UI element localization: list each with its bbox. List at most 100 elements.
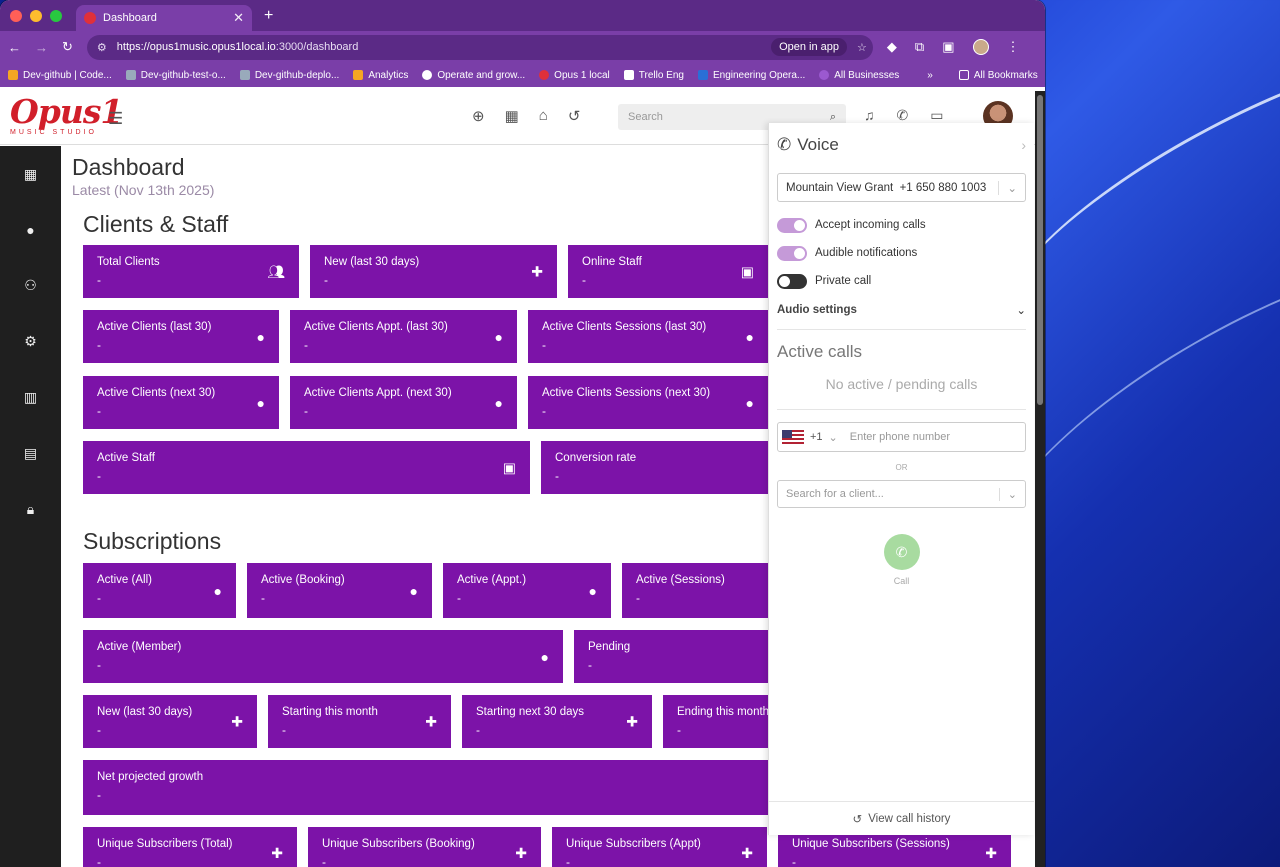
bookmark[interactable]: All Businesses (819, 70, 899, 81)
stat-card[interactable]: Conversion rate - (541, 441, 768, 494)
classroom-icon[interactable]: ⌂ (539, 107, 548, 125)
toggle-switch[interactable] (777, 245, 807, 261)
stat-card[interactable]: Total Clients - 👥︎ (83, 245, 299, 298)
search-icon[interactable]: ⌕ (830, 111, 836, 124)
toggle-switch[interactable] (777, 273, 807, 289)
logo-subtitle: MUSIC STUDIO (10, 129, 97, 136)
no-calls-message: No active / pending calls (777, 376, 1026, 410)
stat-card[interactable]: Net projected growth - (83, 760, 768, 815)
stat-card[interactable]: Active (Sessions) - (622, 563, 768, 618)
star-icon[interactable]: ☆ (857, 41, 867, 54)
chevron-right-icon[interactable]: › (1021, 137, 1026, 153)
bookmark[interactable]: Dev-github | Code... (8, 70, 112, 81)
stat-card[interactable]: Unique Subscribers (Total) - ✚ (83, 827, 297, 867)
stat-card[interactable]: Active Clients Sessions (last 30) - ● (528, 310, 768, 363)
person-add-icon: ✚ (741, 845, 753, 861)
chat-icon[interactable]: ▭ (930, 107, 943, 124)
tab-search-icon[interactable]: ▣ (942, 39, 954, 55)
page-subtitle: Latest (Nov 13th 2025) (72, 182, 215, 198)
bookmark[interactable]: Engineering Opera... (697, 70, 805, 81)
menu-icon[interactable]: ☰ (108, 109, 123, 129)
private-call-toggle[interactable]: Private call (777, 267, 1026, 295)
stat-card[interactable]: New (last 30 days) - ✚ (83, 695, 257, 748)
stat-card[interactable]: Pending - (574, 630, 768, 683)
bookmark[interactable]: Trello Eng (623, 70, 684, 81)
stat-card[interactable]: Unique Subscribers (Booking) - ✚ (308, 827, 541, 867)
maximize-window-button[interactable] (50, 9, 62, 22)
phone-icon[interactable]: ✆ (897, 107, 909, 124)
more-bookmarks-icon[interactable]: » (927, 70, 933, 81)
sidebar-dashboard-icon[interactable]: ▤ (24, 445, 37, 462)
view-call-history-button[interactable]: ↺ View call history (769, 801, 1034, 835)
stat-card[interactable]: Active Staff - ▣ (83, 441, 530, 494)
close-tab-icon[interactable]: ✕ (233, 10, 244, 26)
desktop-wallpaper (1040, 0, 1280, 867)
extensions-icon[interactable]: ⧉ (915, 39, 924, 55)
stat-card[interactable]: New (last 30 days) - ✚ (310, 245, 557, 298)
stat-card[interactable]: Active (Appt.) - ● (443, 563, 611, 618)
accept-calls-toggle[interactable]: Accept incoming calls (777, 211, 1026, 239)
stat-card[interactable]: Active (Booking) - ● (247, 563, 432, 618)
bookmark[interactable]: Dev-github-deplo... (239, 70, 339, 81)
audio-settings-expander[interactable]: Audio settings ⌄ (777, 303, 1026, 330)
sidebar-account-icon[interactable]: ● (26, 222, 34, 238)
stat-card[interactable]: Online Staff - ▣ (568, 245, 768, 298)
tab-dashboard[interactable]: Dashboard ✕ (76, 5, 252, 31)
sidebar-people-icon[interactable]: ⚇ (24, 277, 37, 294)
minimize-window-button[interactable] (30, 9, 42, 22)
people-icon: 👥︎ (267, 263, 285, 279)
forward-icon[interactable]: → (35, 40, 48, 55)
sidebar-gear-icon[interactable]: ⚙ (24, 333, 37, 350)
sidebar-calendar-icon[interactable]: ▦ (24, 166, 37, 183)
sidebar-lock-icon[interactable]: 🔒︎ (27, 501, 34, 518)
stat-card[interactable]: Starting this month - ✚ (268, 695, 451, 748)
history-icon[interactable]: ↺ (568, 107, 581, 125)
stat-card[interactable]: Active (All) - ● (83, 563, 236, 618)
stat-card[interactable]: Unique Subscribers (Appt) - ✚ (552, 827, 767, 867)
stat-card[interactable]: Active Clients (last 30) - ● (83, 310, 279, 363)
calendar-icon[interactable]: ▦ (505, 107, 519, 125)
person-add-icon: ✚ (271, 845, 283, 861)
bookmark[interactable]: Operate and grow... (422, 70, 525, 81)
address-bar[interactable]: ⚙ https://opus1music.opus1local.io:3000/… (86, 34, 873, 60)
site-settings-icon[interactable]: ⚙ (97, 41, 107, 54)
extension-tag-icon[interactable]: ◆ (887, 39, 897, 55)
bookmark[interactable]: Dev-github-test-o... (125, 70, 226, 81)
opus1-logo[interactable]: Opus1 MUSIC STUDIO (10, 95, 123, 141)
back-icon[interactable]: ← (8, 40, 21, 55)
bell-icon[interactable]: ♫ (864, 107, 875, 124)
stat-card[interactable]: Active (Member) - ● (83, 630, 563, 683)
call-button[interactable]: ✆ (883, 534, 920, 570)
stat-card[interactable]: Active Clients Appt. (next 30) - ● (290, 376, 517, 429)
sidebar-chart-icon[interactable]: ▥ (24, 389, 37, 406)
stat-card[interactable]: Active Clients (next 30) - ● (83, 376, 279, 429)
us-flag-icon[interactable] (782, 430, 804, 444)
person-add-icon: ✚ (515, 845, 527, 861)
stat-card[interactable]: Starting next 30 days - ✚ (462, 695, 652, 748)
new-tab-icon[interactable]: + (264, 7, 273, 25)
stat-card[interactable]: Ending this month - (663, 695, 768, 748)
stat-card[interactable]: Active Clients Sessions (next 30) - ● (528, 376, 768, 429)
reload-icon[interactable]: ↻ (62, 39, 73, 55)
active-calls-title: Active calls (777, 342, 863, 361)
line-select[interactable]: Mountain View Grant +1 650 880 1003 ⌄ (777, 173, 1026, 202)
client-search-select[interactable]: Search for a client... ⌄ (777, 480, 1026, 508)
person-add-icon: ✚ (231, 713, 243, 729)
account-icon: ● (213, 582, 222, 599)
bookmark[interactable]: Analytics (353, 70, 408, 81)
phone-number-input[interactable]: +1 ⌄ Enter phone number (777, 422, 1026, 452)
voice-header: ✆ Voice › (769, 123, 1034, 155)
open-in-app-button[interactable]: Open in app (771, 38, 848, 56)
page-scrollbar[interactable] (1035, 91, 1045, 867)
browser-profile-avatar[interactable] (972, 39, 989, 55)
add-user-icon[interactable]: ⊕ (472, 107, 485, 125)
toggle-switch[interactable] (777, 217, 807, 233)
browser-menu-icon[interactable]: ⋮ (1007, 39, 1020, 55)
bookmark[interactable]: Opus 1 local (539, 70, 610, 81)
close-window-button[interactable] (10, 9, 22, 22)
stat-card[interactable]: Active Clients Appt. (last 30) - ● (290, 310, 517, 363)
search-placeholder: Search (628, 111, 663, 123)
all-bookmarks-button[interactable]: All Bookmarks (958, 70, 1038, 81)
favicon-icon (84, 12, 96, 24)
audible-notifications-toggle[interactable]: Audible notifications (777, 239, 1026, 267)
